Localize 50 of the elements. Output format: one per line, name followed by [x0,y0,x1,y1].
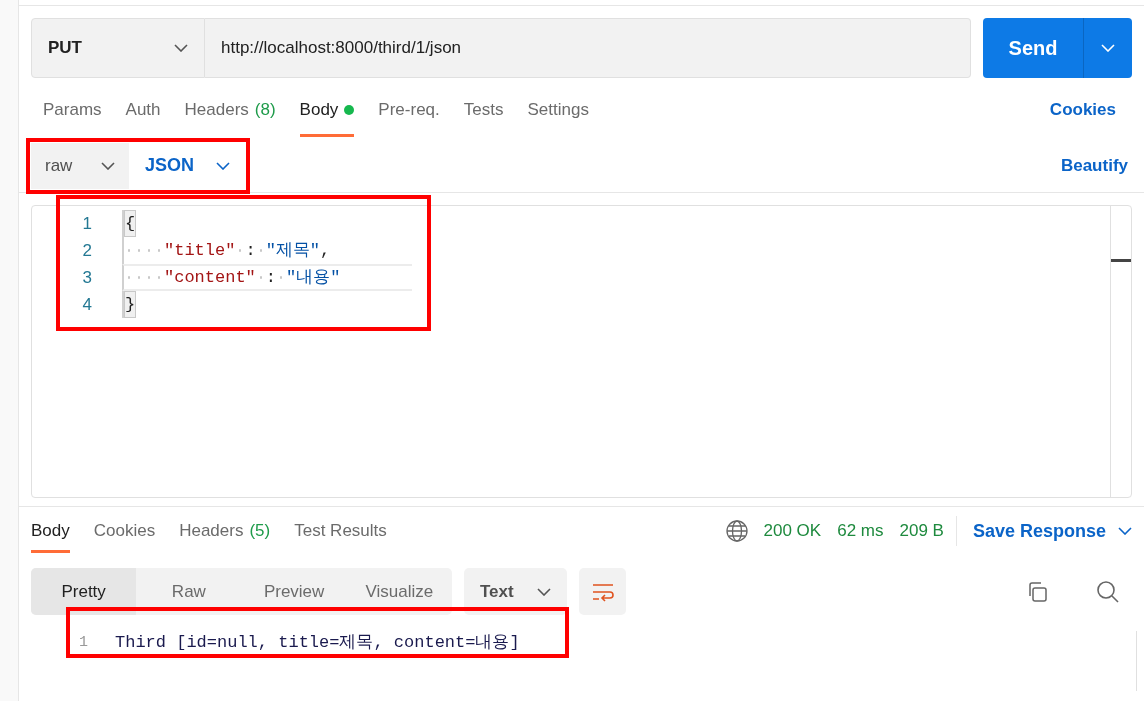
tab[interactable]: Headers (5) [179,507,271,555]
chevron-down-icon [174,44,188,52]
chevron-down-icon [1118,527,1132,535]
line-number: 4 [81,293,92,316]
tab[interactable]: Tests [463,80,504,139]
tab[interactable]: Pre-req. [378,80,440,139]
code-line: { [122,210,412,237]
line-number: 1 [79,632,89,653]
wrap-lines-button[interactable] [579,568,626,615]
copy-icon[interactable] [1026,580,1048,603]
tab[interactable]: Cookies [93,507,156,555]
body-language-dropdown[interactable]: JSON [129,142,246,189]
response-size: 209 B [899,516,957,546]
line-number: 2 [81,239,92,262]
chevron-down-icon [101,161,115,170]
status-code: 200 OK [763,520,822,543]
tab[interactable]: Params [43,80,102,139]
globe-icon[interactable] [725,520,748,542]
view-mode-tab[interactable]: Preview [241,568,347,615]
view-mode-tab[interactable]: Pretty [31,568,137,615]
response-time: 62 ms [837,520,884,543]
tab[interactable]: Body [299,80,355,139]
code-line: } [122,291,412,318]
method-dropdown[interactable]: PUT [31,18,205,78]
tab[interactable]: Test Results [294,507,387,555]
code-line: "title" : "제목", [122,237,412,264]
code-editor[interactable]: 1 { 2 "title" : "제목", 3 "content" : "내용" 4 } [31,205,1132,498]
beautify-link[interactable]: Beautify [1060,152,1128,179]
format-dropdown[interactable]: Text [464,568,567,615]
scroll-marker [1111,259,1131,262]
chevron-down-icon [537,587,551,596]
view-mode-tab[interactable]: Visualize [346,568,452,615]
response-text: Third [id=null, title=제목, content=내용] [115,632,520,655]
body-mode-dropdown[interactable]: raw [31,142,129,189]
line-number: 3 [81,266,92,289]
send-button[interactable]: Send [983,18,1084,78]
view-mode-tab[interactable]: Raw [136,568,242,615]
chevron-down-icon [1101,44,1115,52]
search-icon[interactable] [1096,579,1120,604]
code-line: "content" : "내용" [122,264,412,291]
tab[interactable]: Headers (8) [184,80,276,139]
wrap-lines-icon [590,581,615,602]
tab[interactable]: Body [31,507,70,555]
tab[interactable]: Auth [125,80,161,139]
url-input[interactable]: http://localhost:8000/third/1/json [205,18,971,78]
cookies-link[interactable]: Cookies [1049,96,1116,123]
line-number: 1 [81,212,92,235]
save-response-dropdown[interactable]: Save Response [972,517,1132,545]
tab[interactable]: Settings [527,80,589,139]
chevron-down-icon [216,161,230,170]
